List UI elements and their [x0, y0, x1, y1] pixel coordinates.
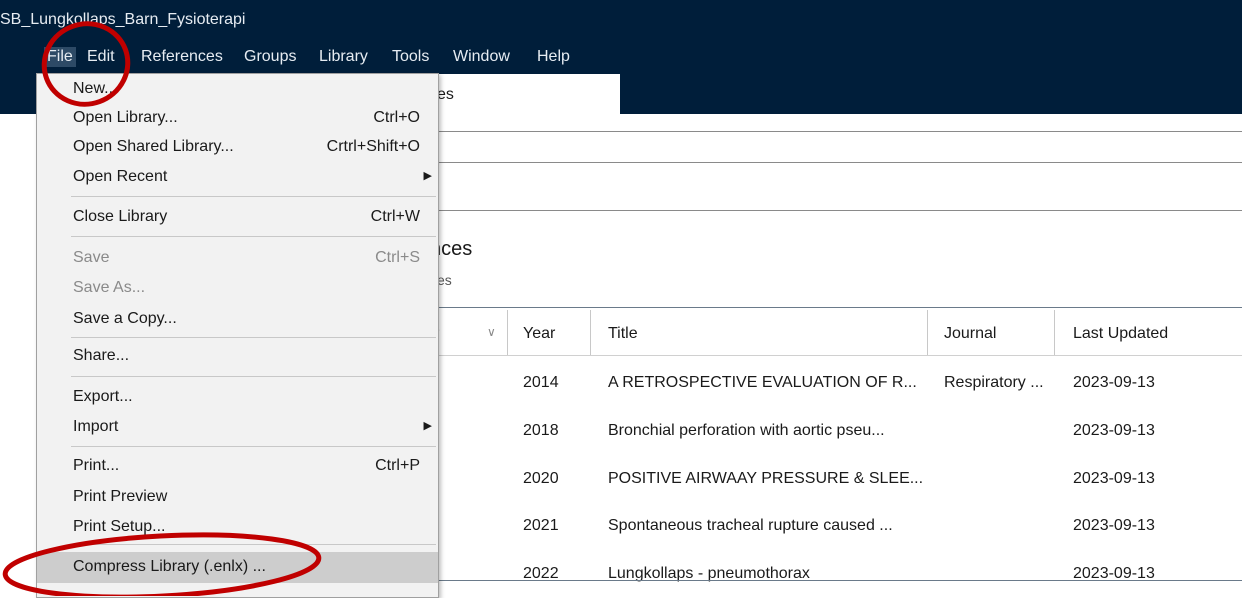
- menu-separator: [71, 337, 436, 338]
- menu-item-open-recent[interactable]: Open Recent ▶: [37, 165, 438, 189]
- cell-year: 2020: [523, 470, 559, 487]
- menu-groups[interactable]: Groups: [241, 47, 299, 67]
- menu-item-import[interactable]: Import ▶: [37, 415, 438, 439]
- cell-last-updated: 2023-09-13: [1073, 470, 1155, 487]
- menu-separator: [71, 446, 436, 447]
- menu-references[interactable]: References: [138, 47, 226, 67]
- cell-title: Spontaneous tracheal rupture caused ...: [608, 517, 893, 534]
- submenu-arrow-icon: ▶: [423, 420, 432, 432]
- divider: [400, 162, 1242, 163]
- menu-help[interactable]: Help: [534, 47, 573, 67]
- menu-item-compress-library[interactable]: Compress Library (.enlx) ...: [37, 552, 438, 583]
- menu-separator: [71, 196, 436, 197]
- menu-item-close-library[interactable]: Close Library Ctrl+W: [37, 205, 438, 229]
- menu-item-save-as: Save As...: [73, 279, 146, 296]
- cell-title: A RETROSPECTIVE EVALUATION OF R...: [608, 374, 917, 391]
- menu-item-print-setup[interactable]: Print Setup...: [37, 515, 438, 539]
- table-top-border: [400, 307, 1242, 308]
- shortcut-label: Ctrl+S: [375, 249, 420, 266]
- menu-separator: [71, 236, 436, 237]
- menu-item-new[interactable]: New...: [37, 77, 438, 101]
- cell-year: 2018: [523, 422, 559, 439]
- shortcut-label: Ctrl+W: [370, 208, 420, 225]
- menu-item-share[interactable]: Share...: [37, 344, 438, 368]
- menu-edit[interactable]: Edit: [84, 47, 118, 67]
- column-journal-header[interactable]: Journal: [944, 325, 996, 343]
- cell-year: 2014: [523, 374, 559, 391]
- menu-library[interactable]: Library: [316, 47, 371, 67]
- cell-year: 2021: [523, 517, 559, 534]
- menu-separator: [71, 376, 436, 377]
- header-bottom-border: [400, 355, 1242, 356]
- cell-title: Bronchial perforation with aortic pseu..…: [608, 422, 885, 439]
- tab-references[interactable]: es: [410, 74, 620, 114]
- file-menu-dropdown: New... Open Library... Ctrl+O Open Share…: [36, 73, 439, 598]
- column-divider[interactable]: [927, 310, 928, 355]
- menu-file[interactable]: File: [44, 47, 76, 67]
- table-bottom-border: [400, 580, 1242, 581]
- menu-item-print[interactable]: Print... Ctrl+P: [37, 454, 438, 478]
- menu-item-print-preview[interactable]: Print Preview: [37, 485, 438, 509]
- shortcut-label: Crtrl+Shift+O: [326, 138, 420, 155]
- cell-journal: Respiratory ...: [944, 374, 1044, 391]
- cell-last-updated: 2023-09-13: [1073, 517, 1155, 534]
- divider: [400, 210, 1242, 211]
- menu-item-open-library[interactable]: Open Library... Ctrl+O: [37, 106, 438, 130]
- submenu-arrow-icon: ▶: [423, 170, 432, 182]
- chevron-down-icon[interactable]: ∨: [487, 325, 496, 339]
- menu-window[interactable]: Window: [450, 47, 513, 67]
- column-title-header[interactable]: Title: [608, 325, 638, 343]
- shortcut-label: Ctrl+P: [375, 457, 420, 474]
- column-year-header[interactable]: Year: [523, 325, 555, 343]
- cell-last-updated: 2023-09-13: [1073, 422, 1155, 439]
- divider: [400, 131, 1242, 132]
- tab-label: es: [437, 86, 454, 103]
- menu-separator: [71, 544, 436, 545]
- title-bar: SB_Lungkollaps_Barn_Fysioterapi: [0, 0, 1242, 40]
- window-title: SB_Lungkollaps_Barn_Fysioterapi: [0, 11, 246, 28]
- column-divider[interactable]: [507, 310, 508, 355]
- menu-item-save: Save Ctrl+S: [73, 249, 420, 266]
- menu-item-save-copy[interactable]: Save a Copy...: [37, 307, 438, 331]
- cell-last-updated: 2023-09-13: [1073, 374, 1155, 391]
- shortcut-label: Ctrl+O: [373, 109, 420, 126]
- menu-bar: File Edit References Groups Library Tool…: [0, 40, 1242, 74]
- column-divider[interactable]: [590, 310, 591, 355]
- menu-tools[interactable]: Tools: [389, 47, 432, 67]
- column-last-updated-header[interactable]: Last Updated: [1073, 325, 1168, 343]
- cell-title: POSITIVE AIRWAAY PRESSURE & SLEE...: [608, 470, 924, 487]
- column-divider[interactable]: [1054, 310, 1055, 355]
- menu-item-export[interactable]: Export...: [37, 385, 438, 409]
- menu-item-open-shared-library[interactable]: Open Shared Library... Crtrl+Shift+O: [37, 135, 438, 159]
